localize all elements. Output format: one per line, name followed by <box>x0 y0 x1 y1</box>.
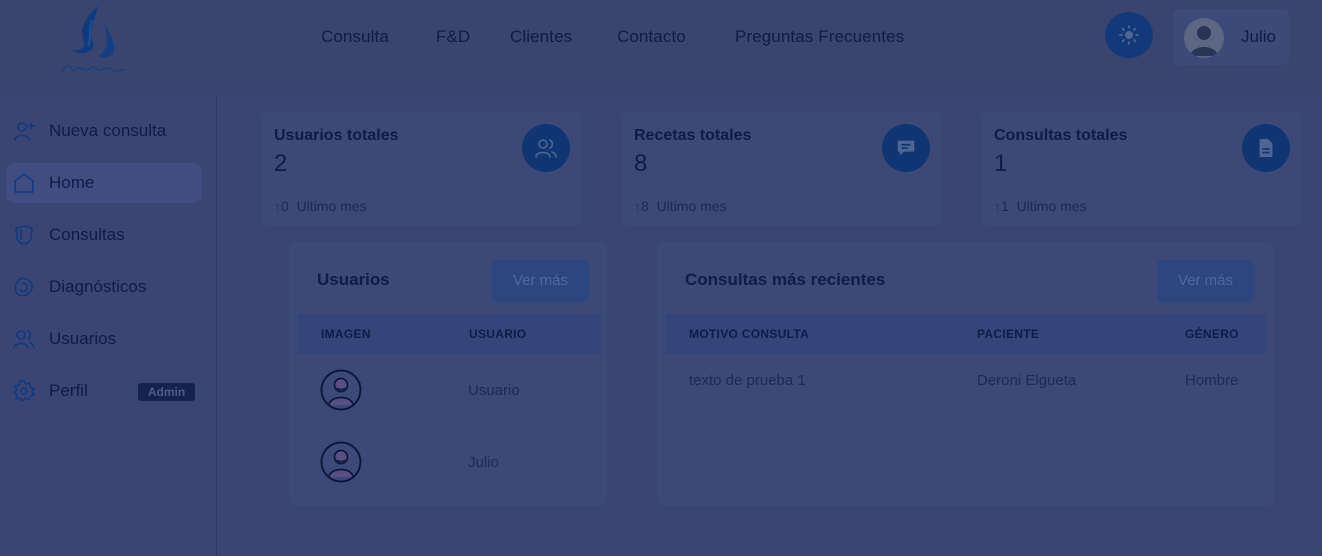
document-icon <box>1242 124 1290 172</box>
consultas-panel: Consultas más recientes Ver más MOTIVO C… <box>657 242 1274 506</box>
table-header: MOTIVO CONSULTA PACIENTE GÉNERO <box>665 314 1266 354</box>
user-avatar-icon <box>320 369 362 411</box>
ver-mas-consultas-button[interactable]: Ver más <box>1157 260 1254 302</box>
table-header: IMAGEN USUARIO <box>297 314 601 354</box>
stat-delta: ↑1 Ultimo mes <box>994 198 1087 214</box>
gear-icon <box>13 380 35 402</box>
stat-delta: ↑0 Ultimo mes <box>274 198 367 214</box>
sidebar-item-diagnosticos[interactable]: Diagnósticos <box>6 267 202 307</box>
nav-consulta[interactable]: Consulta <box>321 27 389 47</box>
shield-icon <box>15 225 33 245</box>
stat-card-recetas: Recetas totales 8 ↑8 Ultimo mes <box>622 112 942 226</box>
users-panel: Usuarios Ver más IMAGEN USUARIO Usuario … <box>289 242 607 506</box>
sidebar-item-nueva-consulta[interactable]: Nueva consulta <box>6 111 202 151</box>
sun-icon <box>1119 25 1139 45</box>
top-header: Consulta F&D Clientes Contacto Preguntas… <box>0 0 1322 95</box>
user-avatar-icon <box>1184 18 1224 58</box>
stat-value: 8 <box>634 150 648 177</box>
sidebar: Nueva consulta Home Consultas Diagnóstic… <box>0 95 217 556</box>
theme-toggle-button[interactable] <box>1105 12 1153 58</box>
stat-value: 1 <box>994 150 1008 177</box>
users-icon <box>522 124 570 172</box>
sidebar-item-usuarios[interactable]: Usuarios <box>6 319 202 359</box>
ver-mas-usuarios-button[interactable]: Ver más <box>492 260 589 302</box>
nav-clientes[interactable]: Clientes <box>510 27 572 47</box>
sidebar-item-home[interactable]: Home <box>6 163 202 203</box>
users-icon <box>13 330 35 349</box>
nav-fd[interactable]: F&D <box>436 27 470 47</box>
user-name: Julio <box>1241 27 1276 46</box>
home-icon <box>14 173 34 193</box>
user-menu[interactable]: Julio <box>1173 9 1289 65</box>
panel-title: Consultas más recientes <box>685 270 886 289</box>
nav-preguntas-frecuentes[interactable]: Preguntas Frecuentes <box>735 27 904 47</box>
sidebar-item-consultas[interactable]: Consultas <box>6 215 202 255</box>
message-icon <box>882 124 930 172</box>
stat-value: 2 <box>274 150 288 177</box>
stat-card-usuarios: Usuarios totales 2 ↑0 Ultimo mes <box>262 112 582 226</box>
nav-contacto[interactable]: Contacto <box>617 27 686 47</box>
stat-delta: ↑8 Ultimo mes <box>634 198 727 214</box>
role-badge: Admin <box>138 383 195 401</box>
layers-icon <box>14 277 33 297</box>
user-plus-icon <box>14 122 35 141</box>
stat-card-consultas: Consultas totales 1 ↑1 Ultimo mes <box>982 112 1302 226</box>
panel-title: Usuarios <box>317 270 390 289</box>
user-avatar-icon <box>320 441 362 483</box>
